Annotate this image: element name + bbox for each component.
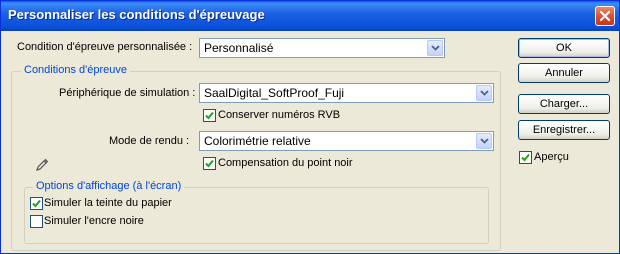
- eyedropper-icon: [36, 158, 49, 171]
- condition-dropdown-button[interactable]: [427, 40, 443, 56]
- chevron-down-icon: [479, 138, 489, 144]
- preserve-rgb-label[interactable]: Conserver numéros RVB: [218, 109, 340, 121]
- preserve-rgb-checkbox[interactable]: [203, 109, 216, 122]
- intent-select[interactable]: Colorimétrie relative: [199, 131, 494, 151]
- proof-conditions-legend: Conditions d'épreuve: [21, 64, 131, 76]
- simulate-paper-label[interactable]: Simuler la teinte du papier: [44, 197, 172, 209]
- black-point-label[interactable]: Compensation du point noir: [218, 157, 353, 169]
- device-label: Périphérique de simulation :: [59, 87, 196, 99]
- checkmark-icon: [521, 153, 530, 162]
- cancel-button[interactable]: Annuler: [518, 63, 610, 83]
- ok-button[interactable]: OK: [518, 38, 610, 58]
- close-button[interactable]: [595, 6, 615, 26]
- checkmark-icon: [205, 159, 214, 168]
- black-point-checkbox[interactable]: [203, 157, 216, 170]
- condition-select[interactable]: Personnalisé: [199, 38, 445, 58]
- checkmark-icon: [32, 199, 41, 208]
- dialog-body: Condition d'épreuve personnalisée : Pers…: [1, 31, 619, 253]
- condition-label: Condition d'épreuve personnalisée :: [17, 41, 193, 53]
- window-title: Personnaliser les conditions d'épreuvage: [8, 7, 265, 22]
- intent-dropdown-button[interactable]: [476, 133, 492, 149]
- display-options-legend: Options d'affichage (à l'écran): [33, 180, 185, 192]
- simulate-ink-checkbox[interactable]: [30, 215, 43, 228]
- device-dropdown-button[interactable]: [476, 85, 492, 101]
- preview-checkbox[interactable]: [519, 151, 532, 164]
- proof-setup-dialog: Personnaliser les conditions d'épreuvage…: [0, 0, 620, 254]
- preview-label[interactable]: Aperçu: [534, 151, 569, 163]
- intent-value: Colorimétrie relative: [204, 134, 311, 148]
- condition-value: Personnalisé: [204, 41, 274, 55]
- device-value: SaalDigital_SoftProof_Fuji: [204, 86, 345, 100]
- save-button[interactable]: Enregistrer...: [518, 120, 610, 140]
- simulate-paper-checkbox[interactable]: [30, 197, 43, 210]
- close-icon: [599, 10, 611, 22]
- chevron-down-icon: [430, 45, 440, 51]
- simulate-ink-label[interactable]: Simuler l'encre noire: [44, 215, 144, 227]
- device-select[interactable]: SaalDigital_SoftProof_Fuji: [199, 83, 494, 103]
- chevron-down-icon: [479, 90, 489, 96]
- load-button[interactable]: Charger...: [518, 94, 610, 114]
- intent-label: Mode de rendu :: [109, 135, 190, 147]
- title-bar[interactable]: Personnaliser les conditions d'épreuvage: [1, 1, 619, 31]
- checkmark-icon: [205, 111, 214, 120]
